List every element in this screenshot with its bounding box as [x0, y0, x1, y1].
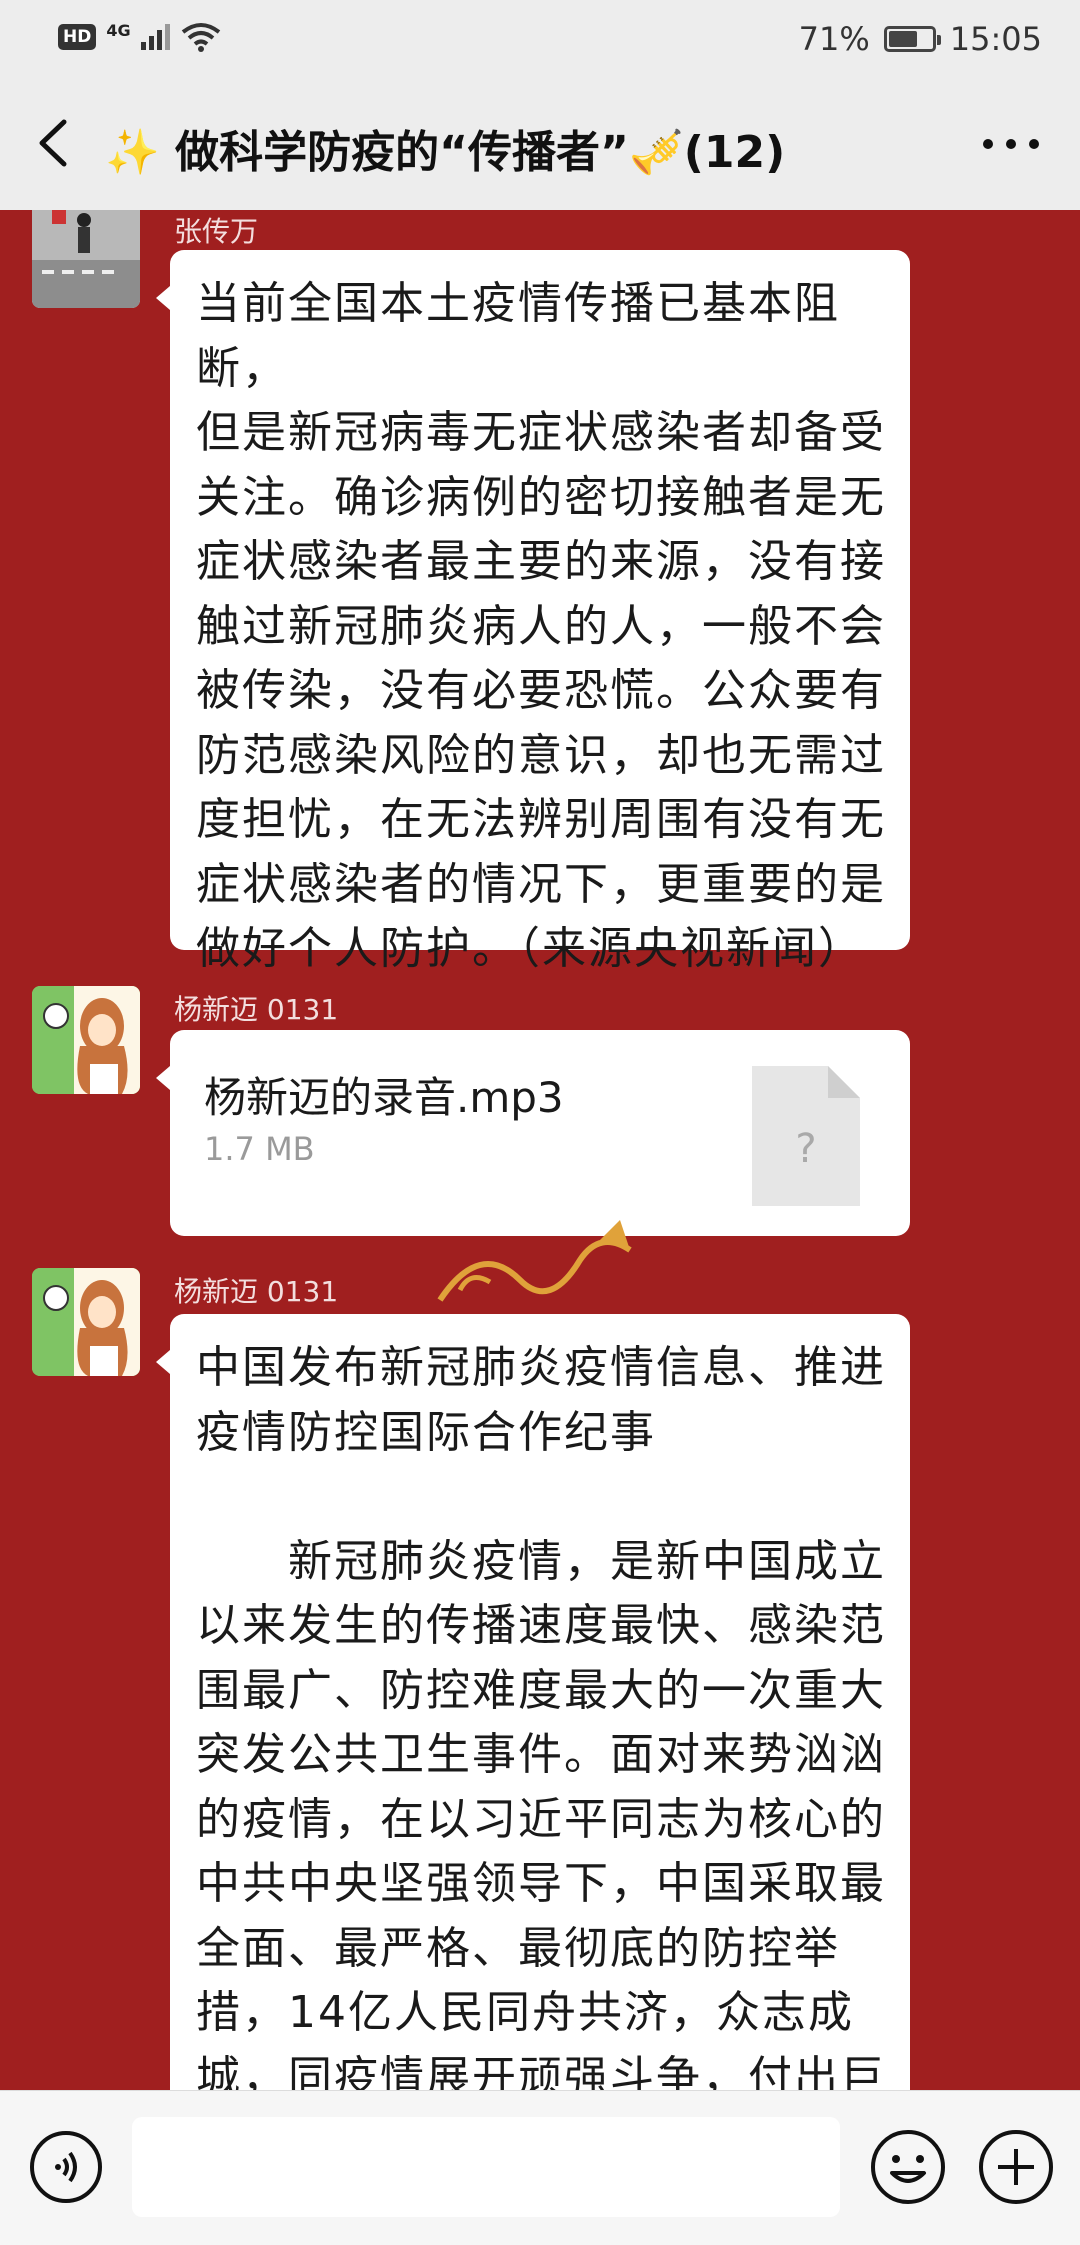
battery-level	[888, 31, 918, 47]
file-name: 杨新迈的录音.mp3	[204, 1073, 564, 1122]
message-line: 做好个人防护。（来源央视新闻）	[196, 923, 864, 974]
message-line: 被传染，没有必要恐慌。公众要有	[196, 665, 886, 716]
status-right: 71% 15:05	[799, 20, 1042, 58]
message-line: 以来发生的传播速度最快、感染范	[196, 1600, 886, 1651]
chat-title: ✨ 做科学防疫的“传播者”🎺(12)	[105, 127, 786, 178]
message-title-line: 疫情防控国际合作纪事	[196, 1406, 656, 1458]
emoji-button[interactable]	[868, 2127, 948, 2207]
anime-girl-avatar-icon	[32, 1268, 140, 1376]
message-bubble[interactable]: 中国发布新冠肺炎疫情信息、推进 疫情防控国际合作纪事 新冠肺炎疫情，是新中国成立…	[156, 1314, 910, 2090]
avatar[interactable]	[32, 210, 140, 308]
input-bar	[0, 2090, 1080, 2245]
message-line: 城，同疫情展开顽强斗争，付出巨	[196, 2051, 886, 2091]
message-line: 当前全国本土疫情传播已基本阻断，	[196, 278, 840, 394]
clock-time: 15:05	[949, 20, 1042, 58]
message-line: 症状感染者的情况下，更重要的是	[196, 858, 886, 910]
more-dots-icon	[983, 139, 1039, 149]
file-icon-glyph: ?	[795, 1126, 816, 1172]
voice-input-button[interactable]	[28, 2129, 104, 2205]
sender-name: 杨新迈 0131	[174, 1275, 339, 1308]
message-line: 触过新冠肺炎病人的人，一般不会	[196, 600, 886, 652]
back-button[interactable]	[28, 108, 88, 178]
message-line: 但是新冠病毒无症状感染者却备受	[196, 407, 886, 458]
street-photo-icon	[32, 210, 140, 308]
message-title-line: 中国发布新冠肺炎疫情信息、推进	[196, 1342, 886, 1393]
hd-badge: HD	[58, 24, 97, 50]
sender-name: 张传万	[174, 215, 259, 248]
avatar[interactable]	[32, 1268, 140, 1376]
message-text: 中国发布新冠肺炎疫情信息、推进 疫情防控国际合作纪事 新冠肺炎疫情，是新中国成立…	[196, 1336, 896, 2090]
message-line: 的疫情，在以习近平同志为核心的	[196, 1793, 886, 1845]
message-line: 全面、最严格、最彻底的防控举	[196, 1922, 840, 1974]
message-line: 度担忧，在无法辨别周围有没有无	[196, 794, 886, 845]
message-bubble[interactable]: 当前全国本土疫情传播已基本阻断， 但是新冠病毒无症状感染者却备受 关注。确诊病例…	[156, 250, 910, 974]
file-size: 1.7 MB	[204, 1130, 315, 1168]
message-input[interactable]	[132, 2117, 840, 2217]
message-line: 突发公共卫生事件。面对来势汹汹	[196, 1729, 886, 1780]
battery-icon	[883, 26, 941, 52]
plus-icon	[979, 2130, 1053, 2204]
file-message-bubble[interactable]: 杨新迈的录音.mp3 1.7 MB ?	[156, 1030, 910, 1236]
network-type: 4G	[106, 20, 131, 40]
status-bar: HD 4G 71% 15:05	[0, 0, 1080, 80]
battery-percent: 71%	[798, 20, 870, 58]
unknown-file-icon: ?	[752, 1066, 860, 1206]
chat-header: ✨ 做科学防疫的“传播者”🎺(12)	[0, 80, 1080, 211]
avatar[interactable]	[32, 986, 140, 1094]
smiley-icon	[871, 2130, 945, 2204]
bubble-tail	[156, 286, 170, 310]
message-line: 措，14亿人民同舟共济，众志成	[196, 1987, 854, 2038]
voice-icon	[30, 2131, 102, 2203]
back-arrow-icon	[39, 119, 67, 167]
status-left: HD 4G	[58, 20, 221, 52]
message-line: 围最广、防控难度最大的一次重大	[196, 1664, 886, 1716]
bubble-tail	[156, 1066, 170, 1090]
more-functions-button[interactable]	[976, 2127, 1056, 2207]
signal-icon	[140, 24, 170, 50]
chat-area[interactable]: 张传万 当前全国本土疫情传播已基本阻断， 但是新冠病毒无症状感染者却备受 关注。…	[0, 210, 1080, 2090]
anime-girl-avatar-icon	[32, 986, 140, 1094]
battery-tip	[936, 35, 941, 45]
message-line: 防范感染风险的意识，却也无需过	[196, 729, 886, 781]
message-line: 症状感染者最主要的来源，没有接	[196, 536, 886, 587]
more-options-button[interactable]	[978, 124, 1044, 164]
background-ornament	[437, 1220, 632, 1302]
message-line: 新冠肺炎疫情，是新中国成立	[196, 1535, 886, 1587]
message-line: 中共中央坚强领导下，中国采取最	[196, 1858, 886, 1909]
bubble-tail	[156, 1350, 170, 1374]
wifi-icon	[181, 23, 220, 52]
sender-name: 杨新迈 0131	[174, 993, 339, 1026]
message-text: 当前全国本土疫情传播已基本阻断， 但是新冠病毒无症状感染者却备受 关注。确诊病例…	[196, 272, 896, 982]
message-line: 关注。确诊病例的密切接触者是无	[196, 471, 886, 523]
